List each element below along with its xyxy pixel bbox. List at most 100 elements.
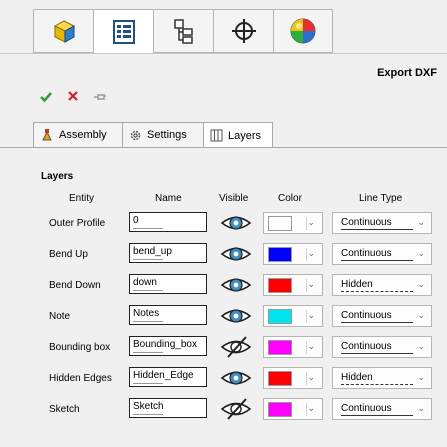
layer-name-input[interactable]: down — [129, 274, 207, 294]
layer-row: Hidden Edges Hidden_Edge ⌄ Hidden ⌄ — [0, 364, 447, 395]
top-toolbar — [33, 9, 333, 53]
cancel-button[interactable] — [65, 90, 81, 106]
line-type-preview — [341, 322, 413, 323]
color-swatch — [268, 278, 292, 293]
line-type-value: Continuous — [341, 403, 392, 414]
layer-name-input[interactable]: Bounding_box — [129, 336, 207, 356]
visibility-toggle[interactable] — [219, 366, 253, 390]
gear-icon — [130, 130, 141, 140]
color-picker[interactable]: ⌄ — [263, 305, 323, 327]
color-picker[interactable]: ⌄ — [263, 336, 323, 358]
chevron-down-icon: ⌄ — [417, 310, 425, 320]
color-picker[interactable]: ⌄ — [263, 212, 323, 234]
property-manager-icon — [112, 19, 135, 44]
visibility-toggle[interactable] — [219, 211, 253, 235]
chevron-down-icon: ⌄ — [307, 279, 315, 289]
eye-open-icon — [220, 371, 252, 385]
assembly-icon — [42, 129, 52, 141]
layer-row: Note Notes ⌄ Continuous ⌄ — [0, 302, 447, 333]
line-type-preview — [341, 353, 413, 354]
feature-manager-button[interactable] — [33, 9, 93, 53]
chevron-down-icon: ⌄ — [417, 403, 425, 413]
line-type-preview — [341, 415, 413, 416]
line-type-value: Hidden — [341, 279, 373, 290]
chevron-down-icon: ⌄ — [307, 372, 315, 382]
toolbar-divider — [0, 53, 447, 54]
pin-button[interactable] — [92, 90, 108, 106]
layer-entity-label: Bounding box — [49, 342, 111, 353]
layer-entity-label: Note — [49, 311, 71, 322]
layer-name-input[interactable]: 0 — [129, 212, 207, 232]
color-swatch — [268, 340, 292, 355]
ok-button[interactable] — [38, 90, 54, 106]
tab-assembly[interactable]: Assembly — [33, 122, 123, 147]
layer-row: Sketch Sketch ⌄ Continuous ⌄ — [0, 395, 447, 426]
eye-open-icon — [220, 278, 252, 292]
panel-title: Export DXF — [377, 67, 437, 79]
visibility-toggle[interactable] — [219, 397, 253, 421]
column-header-name: Name — [155, 193, 182, 204]
column-header-line-type: Line Type — [359, 193, 403, 204]
line-type-preview — [341, 260, 413, 261]
chevron-down-icon: ⌄ — [417, 248, 425, 258]
layer-name-input[interactable]: bend_up — [129, 243, 207, 263]
display-manager-button[interactable] — [273, 9, 333, 53]
visibility-toggle[interactable] — [219, 242, 253, 266]
line-type-select[interactable]: Hidden ⌄ — [332, 367, 432, 389]
color-picker[interactable]: ⌄ — [263, 398, 323, 420]
line-type-select[interactable]: Continuous ⌄ — [332, 212, 432, 234]
layer-name-input[interactable]: Sketch — [129, 398, 207, 418]
line-type-value: Hidden — [341, 372, 373, 383]
layer-entity-label: Bend Down — [49, 280, 101, 291]
line-type-value: Continuous — [341, 310, 392, 321]
visibility-toggle[interactable] — [219, 335, 253, 359]
layer-name-input[interactable]: Notes — [129, 305, 207, 325]
layer-row: Bend Up bend_up ⌄ Continuous ⌄ — [0, 240, 447, 271]
color-picker[interactable]: ⌄ — [263, 243, 323, 265]
line-type-value: Continuous — [341, 248, 392, 259]
visibility-toggle[interactable] — [219, 304, 253, 328]
tab-label: Assembly — [59, 129, 107, 141]
visibility-toggle[interactable] — [219, 273, 253, 297]
tab-label: Settings — [147, 129, 187, 141]
line-type-value: Continuous — [341, 341, 392, 352]
checkmark-icon — [40, 92, 52, 103]
configuration-manager-button[interactable] — [153, 9, 213, 53]
line-type-select[interactable]: Hidden ⌄ — [332, 274, 432, 296]
line-type-select[interactable]: Continuous ⌄ — [332, 305, 432, 327]
action-buttons — [38, 90, 108, 106]
line-type-preview — [341, 384, 413, 385]
dim-xpert-button[interactable] — [213, 9, 273, 53]
eye-hidden-icon — [220, 336, 252, 358]
export-dxf-panel: Export DXF Assembly Settings Layers Laye… — [0, 0, 447, 447]
chevron-down-icon: ⌄ — [417, 341, 425, 351]
tab-label: Layers — [228, 129, 262, 142]
chevron-down-icon: ⌄ — [417, 217, 425, 227]
layer-row: Bend Down down ⌄ Hidden ⌄ — [0, 271, 447, 302]
layer-entity-label: Hidden Edges — [49, 373, 112, 384]
color-picker[interactable]: ⌄ — [263, 274, 323, 296]
tab-divider — [0, 147, 447, 148]
color-picker[interactable]: ⌄ — [263, 367, 323, 389]
line-type-select[interactable]: Continuous ⌄ — [332, 336, 432, 358]
color-swatch — [268, 216, 292, 231]
configuration-manager-icon — [173, 19, 193, 44]
line-type-preview — [341, 229, 413, 230]
line-type-select[interactable]: Continuous ⌄ — [332, 243, 432, 265]
eye-open-icon — [220, 247, 252, 261]
eye-hidden-icon — [220, 398, 252, 420]
color-swatch — [268, 402, 292, 417]
tab-settings[interactable]: Settings — [122, 122, 204, 147]
layer-name-input[interactable]: Hidden_Edge — [129, 367, 207, 387]
chevron-down-icon: ⌄ — [307, 217, 315, 227]
layer-entity-label: Sketch — [49, 404, 80, 415]
layer-entity-label: Outer Profile — [49, 218, 106, 229]
line-type-select[interactable]: Continuous ⌄ — [332, 398, 432, 420]
column-header-visible: Visible — [219, 193, 249, 204]
tab-layers[interactable]: Layers — [203, 122, 273, 148]
property-manager-button[interactable] — [93, 9, 153, 53]
chevron-down-icon: ⌄ — [417, 372, 425, 382]
column-header-color: Color — [278, 193, 302, 204]
column-header-entity: Entity — [69, 193, 95, 204]
appearance-sphere-icon — [290, 18, 316, 44]
